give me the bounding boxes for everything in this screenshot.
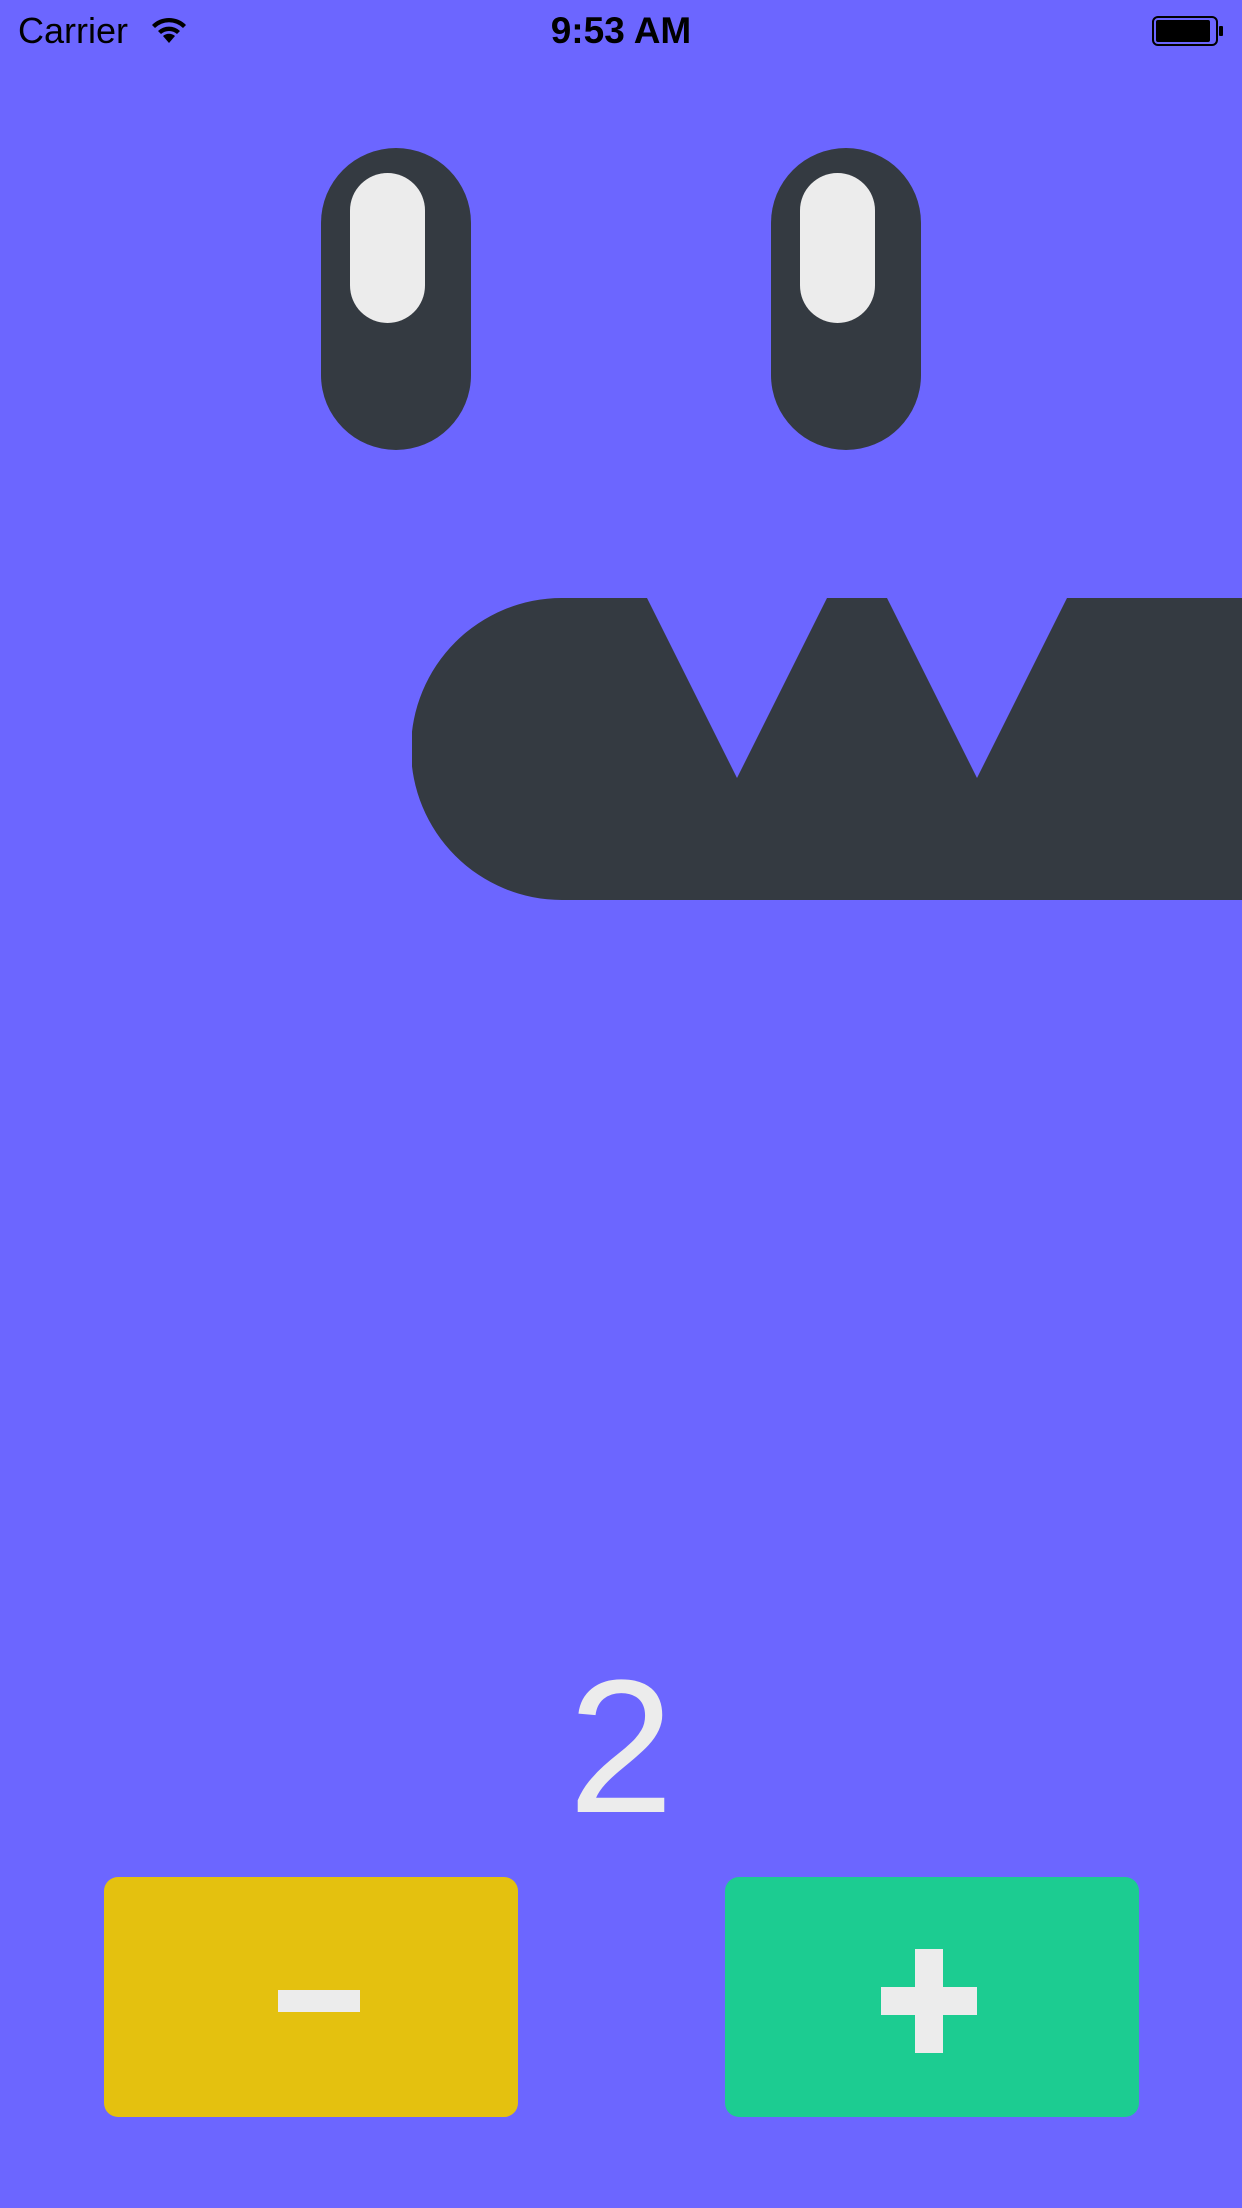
status-bar: Carrier 9:53 AM (0, 0, 1242, 60)
plus-icon (881, 1949, 977, 2053)
mouth (412, 598, 1242, 900)
battery-icon (1152, 16, 1223, 46)
decrement-button[interactable] (104, 1877, 518, 2117)
left-pupil (350, 173, 425, 323)
counter-value: 2 (568, 1641, 674, 1853)
status-time: 9:53 AM (550, 10, 692, 51)
increment-button[interactable] (725, 1877, 1139, 2117)
right-eye (771, 148, 921, 450)
left-eye (321, 148, 471, 450)
right-pupil (800, 173, 875, 323)
minus-icon (278, 1990, 360, 2012)
